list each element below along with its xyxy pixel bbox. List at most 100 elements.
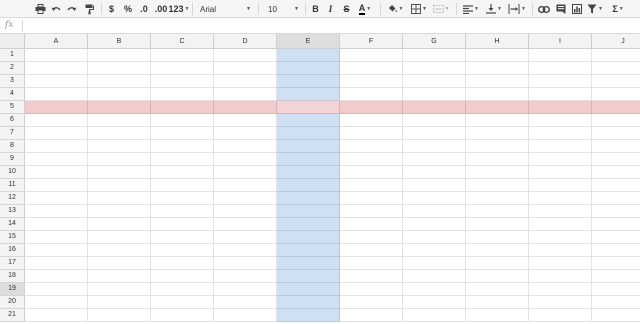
cell-i6[interactable] (529, 114, 592, 127)
cell-j18[interactable] (592, 270, 640, 283)
cell-d11[interactable] (214, 179, 277, 192)
cell-f8[interactable] (340, 140, 403, 153)
insert-comment-button[interactable] (554, 1, 567, 17)
cell-g1[interactable] (403, 49, 466, 62)
cell-i1[interactable] (529, 49, 592, 62)
cell-c15[interactable] (151, 231, 214, 244)
cell-j3[interactable] (592, 75, 640, 88)
cell-b14[interactable] (88, 218, 151, 231)
cell-d9[interactable] (214, 153, 277, 166)
cell-b7[interactable] (88, 127, 151, 140)
row-header-15[interactable]: 15 (0, 231, 25, 244)
cell-c16[interactable] (151, 244, 214, 257)
cell-g16[interactable] (403, 244, 466, 257)
cell-j21[interactable] (592, 309, 640, 322)
merge-cells-button[interactable]: ▼ (432, 1, 450, 17)
cell-f14[interactable] (340, 218, 403, 231)
cell-h1[interactable] (466, 49, 529, 62)
insert-link-button[interactable] (537, 1, 550, 17)
cell-f13[interactable] (340, 205, 403, 218)
column-header-e[interactable]: E (277, 34, 340, 49)
cell-j15[interactable] (592, 231, 640, 244)
cell-b19[interactable] (88, 283, 151, 296)
cell-h20[interactable] (466, 296, 529, 309)
column-header-a[interactable]: A (25, 34, 88, 49)
undo-button[interactable] (50, 1, 62, 17)
cell-g12[interactable] (403, 192, 466, 205)
cell-a12[interactable] (25, 192, 88, 205)
cell-g4[interactable] (403, 88, 466, 101)
row-header-21[interactable]: 21 (0, 309, 25, 322)
font-family-dropdown[interactable]: Arial ▼ (200, 1, 252, 17)
cell-i20[interactable] (529, 296, 592, 309)
cell-g11[interactable] (403, 179, 466, 192)
more-formats-dropdown[interactable]: 123 ▼ (169, 1, 190, 17)
cell-i19[interactable] (529, 283, 592, 296)
cell-c11[interactable] (151, 179, 214, 192)
cell-f1[interactable] (340, 49, 403, 62)
cell-a21[interactable] (25, 309, 88, 322)
cell-a10[interactable] (25, 166, 88, 179)
cell-j8[interactable] (592, 140, 640, 153)
cell-b21[interactable] (88, 309, 151, 322)
column-header-i[interactable]: I (529, 34, 592, 49)
column-header-c[interactable]: C (151, 34, 214, 49)
row-header-11[interactable]: 11 (0, 179, 25, 192)
cell-j6[interactable] (592, 114, 640, 127)
cell-j12[interactable] (592, 192, 640, 205)
cell-e8[interactable] (277, 140, 340, 153)
row-header-13[interactable]: 13 (0, 205, 25, 218)
decrease-decimal-button[interactable]: .0 (139, 1, 149, 17)
cell-f17[interactable] (340, 257, 403, 270)
fill-color-button[interactable]: ▼ (386, 1, 404, 17)
cell-e5[interactable] (277, 101, 340, 114)
cell-h14[interactable] (466, 218, 529, 231)
cell-a17[interactable] (25, 257, 88, 270)
cell-i11[interactable] (529, 179, 592, 192)
row-header-4[interactable]: 4 (0, 88, 25, 101)
cell-g21[interactable] (403, 309, 466, 322)
row-header-1[interactable]: 1 (0, 49, 25, 62)
italic-button[interactable]: I (327, 1, 334, 17)
cell-h21[interactable] (466, 309, 529, 322)
increase-decimal-button[interactable]: .00 (154, 1, 168, 17)
cell-d15[interactable] (214, 231, 277, 244)
cell-e15[interactable] (277, 231, 340, 244)
cell-a5[interactable] (25, 101, 88, 114)
cell-d8[interactable] (214, 140, 277, 153)
horizontal-align-button[interactable]: ▼ (462, 1, 480, 17)
cell-h16[interactable] (466, 244, 529, 257)
cell-b5[interactable] (88, 101, 151, 114)
cell-j5[interactable] (592, 101, 640, 114)
cell-b20[interactable] (88, 296, 151, 309)
cell-f3[interactable] (340, 75, 403, 88)
cell-b9[interactable] (88, 153, 151, 166)
cell-a6[interactable] (25, 114, 88, 127)
cell-h6[interactable] (466, 114, 529, 127)
cell-i18[interactable] (529, 270, 592, 283)
cell-i10[interactable] (529, 166, 592, 179)
cell-a19[interactable] (25, 283, 88, 296)
cell-j17[interactable] (592, 257, 640, 270)
cell-h12[interactable] (466, 192, 529, 205)
cell-d19[interactable] (214, 283, 277, 296)
cell-e19[interactable] (277, 283, 340, 296)
cell-d17[interactable] (214, 257, 277, 270)
row-header-2[interactable]: 2 (0, 62, 25, 75)
column-header-f[interactable]: F (340, 34, 403, 49)
cell-g5[interactable] (403, 101, 466, 114)
cell-i12[interactable] (529, 192, 592, 205)
cell-c21[interactable] (151, 309, 214, 322)
cell-i3[interactable] (529, 75, 592, 88)
cell-c9[interactable] (151, 153, 214, 166)
cell-i7[interactable] (529, 127, 592, 140)
cell-g20[interactable] (403, 296, 466, 309)
cell-d6[interactable] (214, 114, 277, 127)
cell-a9[interactable] (25, 153, 88, 166)
cell-b13[interactable] (88, 205, 151, 218)
cell-h3[interactable] (466, 75, 529, 88)
cell-d1[interactable] (214, 49, 277, 62)
cell-a4[interactable] (25, 88, 88, 101)
column-header-j[interactable]: J (592, 34, 640, 49)
column-header-b[interactable]: B (88, 34, 151, 49)
